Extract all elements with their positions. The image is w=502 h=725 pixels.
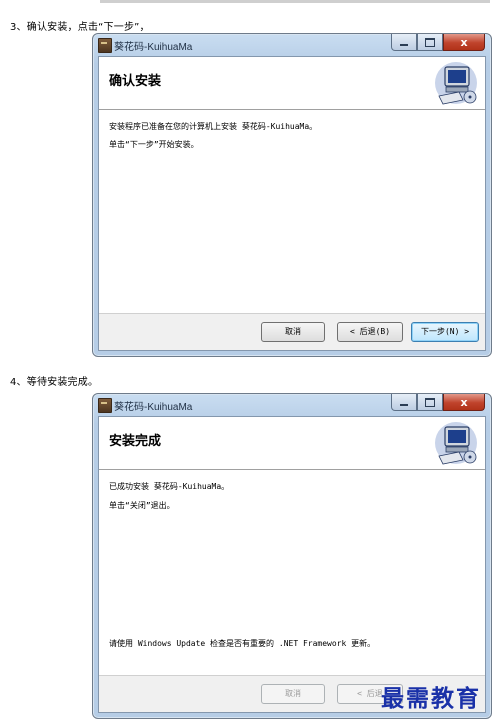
- info-line: 已成功安装 葵花码-KuihuaMa。: [109, 482, 230, 491]
- maximize-icon: [425, 37, 435, 47]
- maximize-button[interactable]: [417, 394, 443, 411]
- back-button[interactable]: < 后退(B): [337, 322, 403, 342]
- maximize-button[interactable]: [417, 34, 443, 51]
- cancel-button[interactable]: 取消: [261, 684, 325, 704]
- info-line: 安装程序已准备在您的计算机上安装 葵花码-KuihuaMa。: [109, 122, 318, 131]
- top-divider: [100, 0, 490, 3]
- info-line: 单击“关闭”退出。: [109, 501, 175, 510]
- window-title: 葵花码-KuihuaMa: [114, 402, 193, 413]
- maximize-icon: [425, 397, 435, 407]
- close-button[interactable]: x: [443, 394, 485, 411]
- next-button[interactable]: 下一步(N) >: [411, 322, 479, 342]
- cancel-button[interactable]: 取消: [261, 322, 325, 342]
- dialog-body: 安装程序已准备在您的计算机上安装 葵花码-KuihuaMa。 单击“下一步”开始…: [99, 110, 485, 320]
- dialog-content: 确认安装 安装程序已准备在您的计算机上安装 葵花码-KuihuaMa。 单击“下…: [98, 56, 486, 351]
- dialog-header: 确认安装: [99, 57, 485, 110]
- installer-window-complete: 葵花码-KuihuaMa x 安装完成 已成功安装 葵花码-KuihuaMa。 …: [92, 393, 492, 719]
- dialog-body: 已成功安装 葵花码-KuihuaMa。 单击“关闭”退出。 请使用 Window…: [99, 470, 485, 682]
- minimize-icon: [400, 404, 408, 406]
- close-button[interactable]: x: [443, 34, 485, 51]
- minimize-icon: [400, 44, 408, 46]
- title-bar[interactable]: 葵花码-KuihuaMa x: [93, 34, 491, 56]
- close-icon: x: [460, 35, 468, 49]
- dialog-content: 安装完成 已成功安装 葵花码-KuihuaMa。 单击“关闭”退出。 请使用 W…: [98, 416, 486, 713]
- title-bar[interactable]: 葵花码-KuihuaMa x: [93, 394, 491, 416]
- window-controls: x: [391, 34, 485, 51]
- update-note: 请使用 Windows Update 检查是否有重要的 .NET Framewo…: [109, 639, 376, 648]
- step4-caption: 4、等待安装完成。: [10, 377, 99, 388]
- installer-app-icon: [98, 38, 112, 53]
- page-title: 确认安装: [109, 74, 162, 89]
- window-controls: x: [391, 394, 485, 411]
- installer-window-confirm: 葵花码-KuihuaMa x 确认安装 安装程序已准备在您的计算机上安装 葵花码…: [92, 33, 492, 357]
- dialog-footer: 取消 < 后退(B) 下一步(N) >: [99, 313, 485, 350]
- close-icon: x: [460, 395, 468, 409]
- watermark-logo: 最需教育: [381, 685, 481, 712]
- dialog-header: 安装完成: [99, 417, 485, 470]
- computer-setup-icon: [435, 422, 477, 465]
- installer-app-icon: [98, 398, 112, 413]
- info-line: 单击“下一步”开始安装。: [109, 140, 199, 149]
- page-title: 安装完成: [109, 434, 162, 449]
- computer-setup-icon: [435, 62, 477, 105]
- window-title: 葵花码-KuihuaMa: [114, 42, 193, 53]
- minimize-button[interactable]: [391, 394, 417, 411]
- minimize-button[interactable]: [391, 34, 417, 51]
- step3-caption: 3、确认安装，点击“下一步”，: [10, 22, 150, 33]
